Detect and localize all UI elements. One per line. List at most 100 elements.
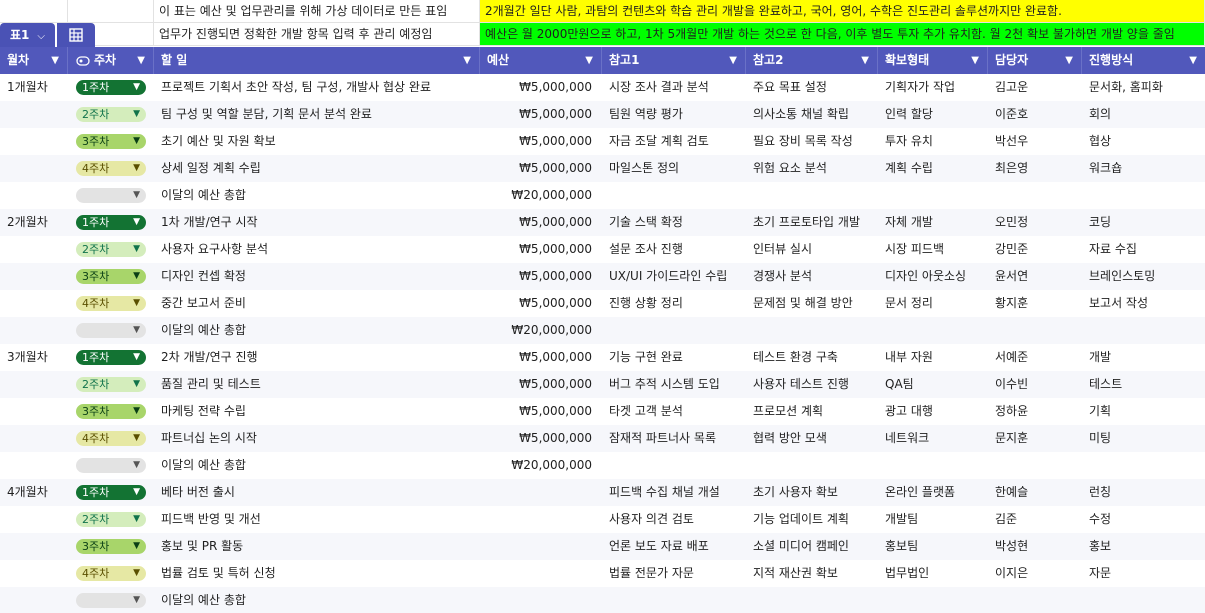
- note-row1-left[interactable]: 이 표는 예산 및 업무관리를 위해 가상 데이터로 만든 표임: [154, 0, 480, 23]
- type-cell[interactable]: 계획 수립: [878, 155, 988, 182]
- ref2-cell[interactable]: 소셜 미디어 캠페인: [746, 533, 878, 560]
- ref2-cell[interactable]: 테스트 환경 구축: [746, 344, 878, 371]
- ref1-cell[interactable]: [602, 587, 746, 613]
- chevron-down-icon[interactable]: ▼: [137, 47, 145, 74]
- week-dropdown[interactable]: 1주차 ▼: [76, 80, 146, 95]
- type-cell[interactable]: 기획자가 작업: [878, 74, 988, 101]
- ref1-cell[interactable]: 버그 추적 시스템 도입: [602, 371, 746, 398]
- ref2-cell[interactable]: 필요 장비 목록 작성: [746, 128, 878, 155]
- task-cell[interactable]: 품질 관리 및 테스트: [154, 371, 480, 398]
- budget-cell[interactable]: ₩20,000,000: [480, 452, 602, 479]
- task-cell[interactable]: 파트너십 논의 시작: [154, 425, 480, 452]
- ref2-cell[interactable]: 위험 요소 분석: [746, 155, 878, 182]
- owner-cell[interactable]: 김고운: [988, 74, 1082, 101]
- type-cell[interactable]: 투자 유치: [878, 128, 988, 155]
- budget-cell[interactable]: [480, 587, 602, 613]
- header-month[interactable]: 월차 ▼: [0, 47, 68, 74]
- method-cell[interactable]: [1082, 452, 1205, 479]
- method-cell[interactable]: 미팅: [1082, 425, 1205, 452]
- owner-cell[interactable]: 윤서연: [988, 263, 1082, 290]
- week-dropdown[interactable]: 1주차 ▼: [76, 350, 146, 365]
- budget-cell[interactable]: ₩5,000,000: [480, 290, 602, 317]
- method-cell[interactable]: 브레인스토밍: [1082, 263, 1205, 290]
- ref2-cell[interactable]: [746, 587, 878, 613]
- owner-cell[interactable]: 이수빈: [988, 371, 1082, 398]
- owner-cell[interactable]: 이준호: [988, 101, 1082, 128]
- ref1-cell[interactable]: UX/UI 가이드라인 수립: [602, 263, 746, 290]
- ref2-cell[interactable]: 인터뷰 실시: [746, 236, 878, 263]
- week-dropdown[interactable]: 3주차 ▼: [76, 539, 146, 554]
- method-cell[interactable]: 자문: [1082, 560, 1205, 587]
- ref2-cell[interactable]: 경쟁사 분석: [746, 263, 878, 290]
- chevron-down-icon[interactable]: ▼: [585, 47, 593, 74]
- month-cell[interactable]: [0, 452, 68, 479]
- method-cell[interactable]: 문서화, 홈피화: [1082, 74, 1205, 101]
- owner-cell[interactable]: 박선우: [988, 128, 1082, 155]
- header-ref1[interactable]: 참고1 ▼: [602, 47, 746, 74]
- method-cell[interactable]: 협상: [1082, 128, 1205, 155]
- owner-cell[interactable]: 한예슬: [988, 479, 1082, 506]
- month-cell[interactable]: [0, 263, 68, 290]
- budget-cell[interactable]: ₩5,000,000: [480, 236, 602, 263]
- header-budget[interactable]: 예산 ▼: [480, 47, 602, 74]
- owner-cell[interactable]: 이지은: [988, 560, 1082, 587]
- task-cell[interactable]: 이달의 예산 총합: [154, 182, 480, 209]
- ref1-cell[interactable]: 사용자 의견 검토: [602, 506, 746, 533]
- chevron-down-icon[interactable]: ▼: [51, 47, 59, 74]
- owner-cell[interactable]: [988, 182, 1082, 209]
- week-dropdown[interactable]: 4주차 ▼: [76, 431, 146, 446]
- budget-cell[interactable]: ₩5,000,000: [480, 128, 602, 155]
- owner-cell[interactable]: 박성현: [988, 533, 1082, 560]
- ref1-cell[interactable]: 설문 조사 진행: [602, 236, 746, 263]
- type-cell[interactable]: [878, 182, 988, 209]
- chevron-down-icon[interactable]: ▼: [1065, 47, 1073, 74]
- month-cell[interactable]: [0, 101, 68, 128]
- task-cell[interactable]: 법률 검토 및 특허 신청: [154, 560, 480, 587]
- budget-cell[interactable]: ₩5,000,000: [480, 398, 602, 425]
- method-cell[interactable]: 워크숍: [1082, 155, 1205, 182]
- week-dropdown[interactable]: 4주차 ▼: [76, 161, 146, 176]
- task-cell[interactable]: 이달의 예산 총합: [154, 317, 480, 344]
- note-row1-right[interactable]: 2개월간 일단 사람, 과탐의 컨텐츠와 학습 관리 개발을 완료하고, 국어,…: [480, 0, 1205, 23]
- ref2-cell[interactable]: 의사소통 채널 확립: [746, 101, 878, 128]
- chevron-down-icon[interactable]: ▼: [1189, 47, 1197, 74]
- ref2-cell[interactable]: 주요 목표 설정: [746, 74, 878, 101]
- chevron-down-icon[interactable]: ▼: [971, 47, 979, 74]
- ref2-cell[interactable]: 사용자 테스트 진행: [746, 371, 878, 398]
- budget-cell[interactable]: [480, 506, 602, 533]
- method-cell[interactable]: [1082, 587, 1205, 613]
- budget-cell[interactable]: [480, 560, 602, 587]
- ref1-cell[interactable]: 기능 구현 완료: [602, 344, 746, 371]
- month-cell[interactable]: [0, 560, 68, 587]
- month-cell[interactable]: [0, 371, 68, 398]
- owner-cell[interactable]: 정하윤: [988, 398, 1082, 425]
- header-type[interactable]: 확보형태 ▼: [878, 47, 988, 74]
- ref2-cell[interactable]: 협력 방안 모색: [746, 425, 878, 452]
- ref1-cell[interactable]: 잠재적 파트너사 목록: [602, 425, 746, 452]
- month-cell[interactable]: [0, 533, 68, 560]
- task-cell[interactable]: 1차 개발/연구 시작: [154, 209, 480, 236]
- week-dropdown[interactable]: ▼: [76, 593, 146, 608]
- owner-cell[interactable]: 문지훈: [988, 425, 1082, 452]
- type-cell[interactable]: 인력 할당: [878, 101, 988, 128]
- month-cell[interactable]: [0, 155, 68, 182]
- header-owner[interactable]: 담당자 ▼: [988, 47, 1082, 74]
- week-dropdown[interactable]: ▼: [76, 188, 146, 203]
- type-cell[interactable]: 개발팀: [878, 506, 988, 533]
- method-cell[interactable]: 홍보: [1082, 533, 1205, 560]
- type-cell[interactable]: 디자인 아웃소싱: [878, 263, 988, 290]
- owner-cell[interactable]: 강민준: [988, 236, 1082, 263]
- budget-cell[interactable]: ₩20,000,000: [480, 317, 602, 344]
- budget-cell[interactable]: ₩5,000,000: [480, 371, 602, 398]
- week-dropdown[interactable]: 2주차 ▼: [76, 512, 146, 527]
- month-cell[interactable]: [0, 182, 68, 209]
- ref1-cell[interactable]: 진행 상황 정리: [602, 290, 746, 317]
- week-dropdown[interactable]: 2주차 ▼: [76, 107, 146, 122]
- owner-cell[interactable]: 서예준: [988, 344, 1082, 371]
- task-cell[interactable]: 베타 버전 출시: [154, 479, 480, 506]
- task-cell[interactable]: 이달의 예산 총합: [154, 452, 480, 479]
- week-dropdown[interactable]: 3주차 ▼: [76, 134, 146, 149]
- owner-cell[interactable]: 김준: [988, 506, 1082, 533]
- method-cell[interactable]: 수정: [1082, 506, 1205, 533]
- month-cell[interactable]: [0, 290, 68, 317]
